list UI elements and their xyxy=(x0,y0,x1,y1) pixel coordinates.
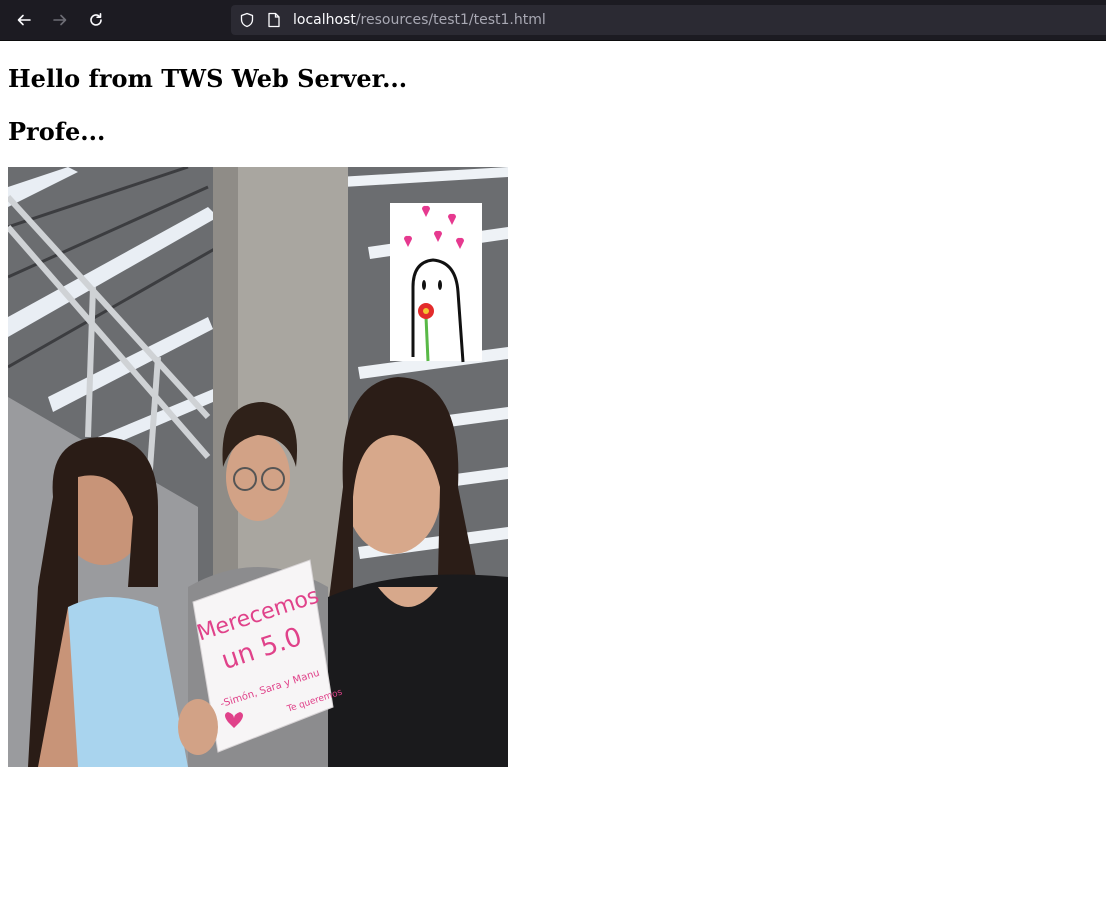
shield-icon[interactable] xyxy=(239,12,255,28)
url-text[interactable]: localhost/resources/test1/test1.html xyxy=(293,11,546,29)
back-button[interactable] xyxy=(12,8,36,32)
heart-sticker xyxy=(390,203,482,363)
reload-icon xyxy=(90,13,102,26)
arrow-right-icon xyxy=(53,14,67,26)
url-host: localhost xyxy=(293,12,356,28)
group-photo: Merecemos un 5.0 -Simón, Sara y Manu Te … xyxy=(8,167,508,767)
heading-profe: Profe... xyxy=(8,117,106,146)
page-icon xyxy=(268,12,280,28)
url-path: /resources/test1/test1.html xyxy=(355,12,546,28)
forward-button[interactable] xyxy=(48,8,72,32)
arrow-left-icon xyxy=(17,14,31,26)
browser-toolbar: localhost/resources/test1/test1.html xyxy=(0,0,1106,41)
heading-hello: Hello from TWS Web Server... xyxy=(8,64,408,93)
reload-button[interactable] xyxy=(84,8,108,32)
url-bar[interactable]: localhost/resources/test1/test1.html xyxy=(231,5,1106,35)
page-content: Hello from TWS Web Server... Profe... Me… xyxy=(8,41,1106,914)
